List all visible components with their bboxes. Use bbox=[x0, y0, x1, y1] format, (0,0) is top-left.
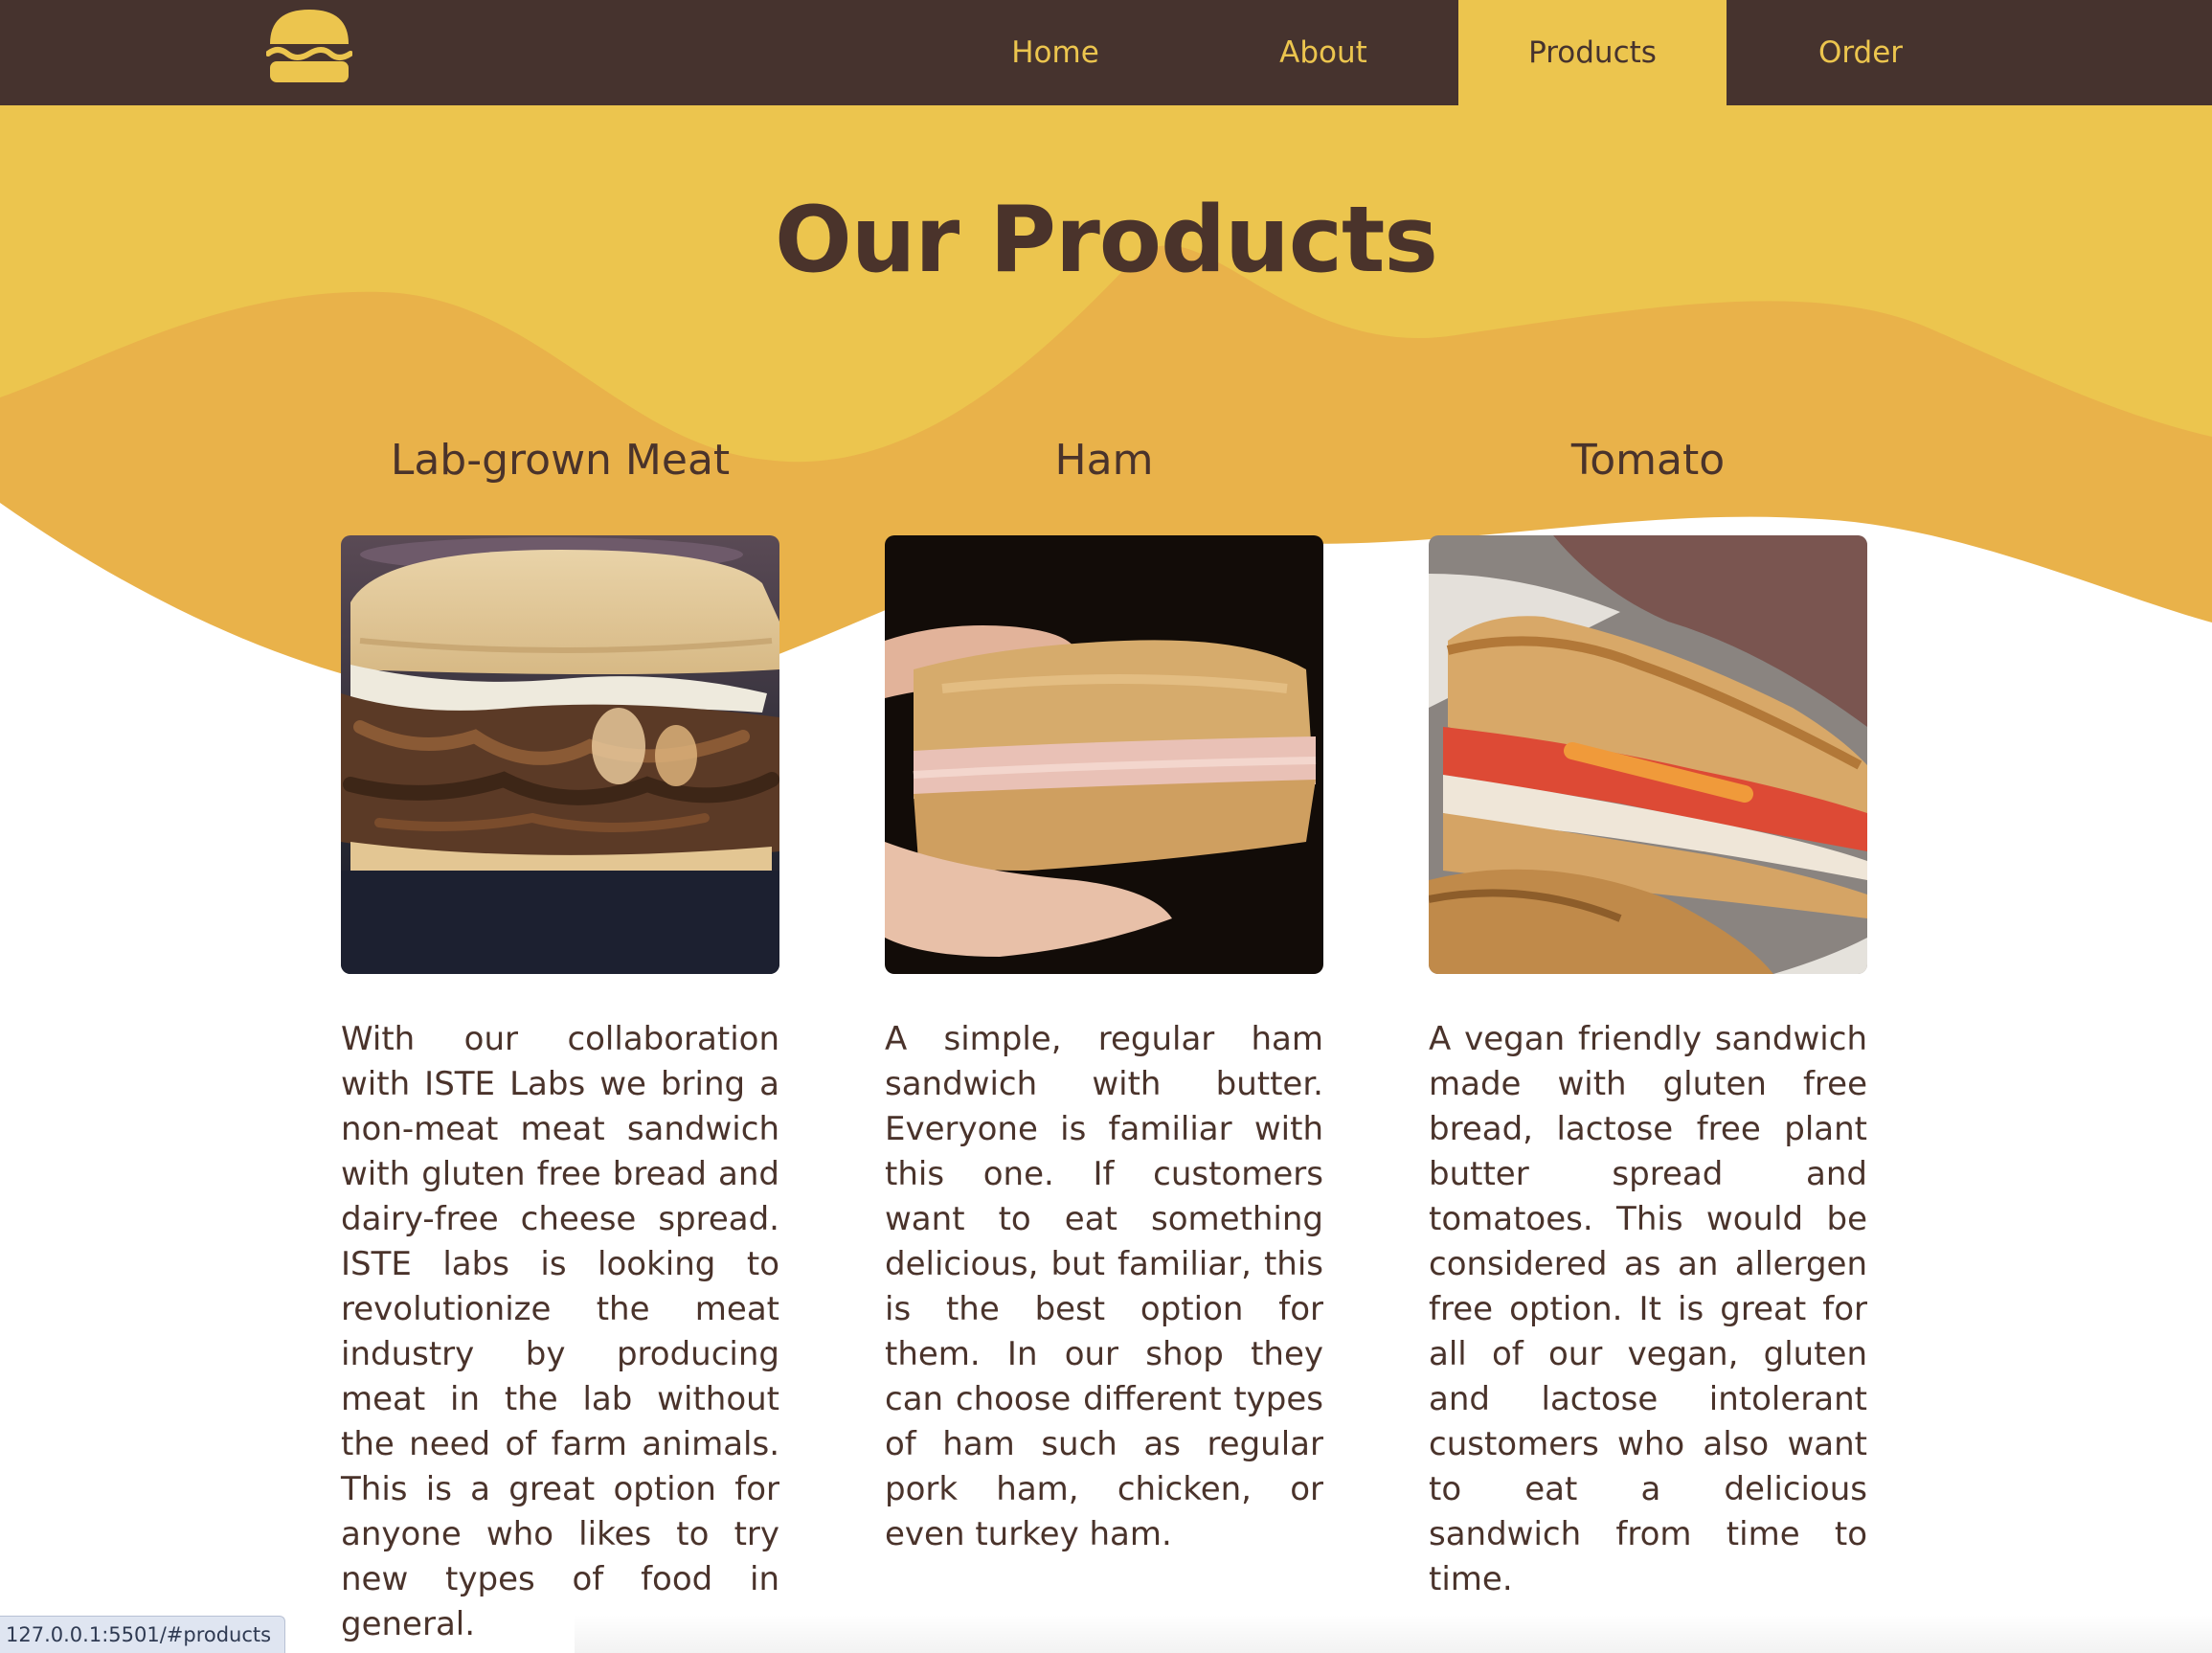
bottom-shadow bbox=[575, 1615, 2212, 1653]
ham-sandwich-photo bbox=[885, 535, 1323, 974]
product-card-tomato: Tomato A vegan friendly sandwich made wi… bbox=[1429, 436, 1867, 1602]
product-description: A simple, regular ham sandwich with butt… bbox=[885, 1020, 1323, 1553]
product-name: Lab-grown Meat bbox=[390, 436, 731, 485]
navbar: Home About Products Order bbox=[0, 0, 2212, 105]
burger-icon[interactable] bbox=[265, 8, 353, 84]
product-description: A vegan friendly sandwich made with glut… bbox=[1429, 1020, 1867, 1598]
nav-link-order[interactable]: Order bbox=[1727, 0, 1995, 105]
nav-link-home[interactable]: Home bbox=[921, 0, 1189, 105]
product-card-ham: Ham A simple, regular ham sandwich with … bbox=[885, 436, 1323, 1557]
product-card-lab-grown-meat: Lab-grown Meat With our collaboration wi… bbox=[341, 436, 779, 1647]
product-name: Ham bbox=[1054, 436, 1154, 485]
page-title: Our Products bbox=[775, 188, 1438, 293]
nav-link-about[interactable]: About bbox=[1189, 0, 1457, 105]
nav-link-products[interactable]: Products bbox=[1458, 0, 1727, 105]
tomato-sandwich-photo bbox=[1429, 535, 1867, 974]
lab-grown-meat-sandwich-photo bbox=[341, 535, 779, 974]
product-description: With our collaboration with ISTE Labs we… bbox=[341, 1020, 779, 1643]
browser-status-url: 127.0.0.1:5501/#products bbox=[0, 1616, 286, 1653]
product-name: Tomato bbox=[1570, 436, 1726, 485]
